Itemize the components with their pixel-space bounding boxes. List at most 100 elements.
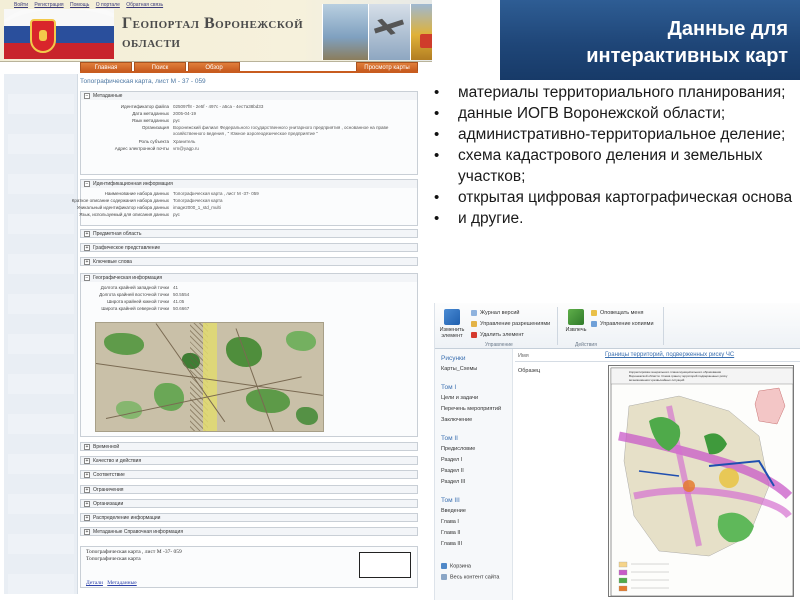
metadata-header[interactable]: − Метаданные [81,92,417,100]
slide-header: Данные для интерактивных карт [500,0,800,80]
bullet-list: материалы территориального планирования;… [432,82,794,229]
nav-item[interactable]: Глава I [441,519,459,525]
register-link[interactable]: Регистрация [34,2,63,8]
history-icon [471,310,477,316]
expand-icon[interactable]: + [84,529,90,535]
metadata-row: Адрес электронной почты vrn@yagp.ru [114,146,199,151]
copies-icon [591,321,597,327]
key-icon [471,321,477,327]
expand-icon[interactable]: + [84,515,90,521]
delete-item-button[interactable]: Удалить элемент [471,331,524,339]
expand-icon[interactable]: + [84,444,90,450]
geoportal-logo-title[interactable]: Геопортал Воронежской области [122,14,303,52]
nav-recycle-bin[interactable]: Корзина [441,563,471,569]
edit-item-button[interactable]: Изменить элемент [437,309,467,345]
section-subject-area[interactable]: + Предметная область [80,229,418,238]
geographic-section: − Географическая информация Долгота край… [80,273,418,437]
geoportal-top-links: Войти Регистрация Помощь О портале Обрат… [14,2,168,8]
bell-icon [591,310,597,316]
help-link[interactable]: Помощь [70,2,89,8]
section-temporal[interactable]: + Временной [80,442,418,451]
section-quality[interactable]: + Качество и действия [80,456,418,465]
section-conformity[interactable]: + Соответствие [80,470,418,479]
bullet-item: данные ИОГВ Воронежской области; [432,103,794,124]
nav-vol1[interactable]: Том I [441,384,456,391]
nav-item[interactable]: Перечень мероприятий [441,406,501,412]
expand-icon[interactable]: + [84,245,90,251]
collapse-icon[interactable]: − [84,181,90,187]
properties-column: Имя Образец [515,351,601,600]
geographic-header[interactable]: − Географическая информация [81,274,417,282]
nav-item[interactable]: Раздел III [441,479,465,485]
collapse-icon[interactable]: − [84,93,90,99]
geo-row: Долгота крайней западной точки 41 [100,285,179,290]
manage-permissions-button[interactable]: Управление разрешениями [471,320,550,328]
metadata-row: Роль субъекта Хранитель [138,139,196,144]
metadata-row: Организация Воронежский филиал Федерально… [141,125,389,136]
bullet-item: административно-территориальное деление; [432,124,794,145]
bullet-item: открытая цифровая картографическая основ… [432,187,794,208]
nav-all-content[interactable]: Весь контент сайта [441,574,499,580]
section-organizations[interactable]: + Организации [80,499,418,508]
nav-item[interactable]: Раздел I [441,457,462,463]
ribbon-group-manage: Управление [485,342,513,348]
ribbon: Изменить элемент Журнал версий Управлени… [435,303,800,349]
details-link[interactable]: Детали [86,580,103,586]
metadata-link[interactable]: Метаданные [107,580,136,586]
result-description: Топографическая карта [86,556,141,562]
section-metadata-reference[interactable]: + Метаданные Справочная информация [80,527,418,536]
expand-icon[interactable]: + [84,472,90,478]
expand-icon[interactable]: + [84,458,90,464]
result-thumbnail[interactable] [359,552,411,578]
check-out-button[interactable]: Извлечь [561,309,591,345]
nav-maps-schemes[interactable]: Карты_Схемы [441,366,477,372]
plan-heading: Корректировка генерального плана муницип… [629,370,728,382]
expand-icon[interactable]: + [84,487,90,493]
metadata-row: Идентификатор файла 025097f8 - 2e5f - 497… [120,104,264,109]
nav-item[interactable]: Введение [441,508,466,514]
nav-vol3[interactable]: Том III [441,497,460,504]
feedback-link[interactable]: Обратная связь [126,2,163,8]
topographic-map-image[interactable] [95,322,324,432]
column-name-header: Имя [518,353,529,359]
check-out-icon [568,309,584,325]
plan-drawing [610,367,793,596]
document-title-link[interactable]: Границы территорий, подверженных риску Ч… [605,352,734,358]
nav-underline [80,71,418,73]
expand-icon[interactable]: + [84,259,90,265]
nav-item[interactable]: Предисловие [441,446,475,452]
section-constraints[interactable]: + Ограничения [80,485,418,494]
ident-row: Язык, используемый для описания данных ру… [79,212,180,217]
section-graphic-representation[interactable]: + Графическое представление [80,243,418,252]
about-link[interactable]: О портале [96,2,120,8]
section-distribution[interactable]: + Распределение информации [80,513,418,522]
section-keywords[interactable]: + Ключевые слова [80,257,418,266]
ident-row: Уникальный идентификатор набора данных im… [76,205,221,210]
geo-row: Широта крайней южной точки 41.05 [107,299,185,304]
geoportal-banner: Войти Регистрация Помощь О портале Обрат… [0,0,432,62]
nav-pictures[interactable]: Рисунки [441,355,466,362]
nav-vol2[interactable]: Том II [441,435,458,442]
alert-me-button[interactable]: Оповещать меня [591,309,643,317]
expand-icon[interactable]: + [84,501,90,507]
version-history-button[interactable]: Журнал версий [471,309,519,317]
sharepoint-screenshot: Изменить элемент Журнал версий Управлени… [434,303,800,600]
coat-of-arms-icon [30,19,56,53]
login-link[interactable]: Войти [14,2,28,8]
nav-item[interactable]: Цели и задачи [441,395,478,401]
nav-item[interactable]: Глава II [441,530,460,536]
identification-header[interactable]: − Идентификационная информация [81,180,417,188]
expand-icon[interactable]: + [84,231,90,237]
nav-item[interactable]: Раздел II [441,468,464,474]
ident-row: Наименование набора данных Топографическа… [104,191,259,196]
manage-copies-button[interactable]: Управление копиями [591,320,654,328]
nav-item[interactable]: Заключение [441,417,472,423]
collapse-icon[interactable]: − [84,275,90,281]
bullet-item: материалы территориального планирования; [432,82,794,103]
hazard-zone-plan-image[interactable]: Корректировка генерального плана муницип… [608,365,794,597]
geoportal-screenshot: Войти Регистрация Помощь О портале Обрат… [0,0,432,600]
nav-item[interactable]: Глава III [441,541,462,547]
delete-icon [471,332,477,338]
bullet-item: схема кадастрового деления и земельных у… [432,145,794,187]
banner-photos [322,4,432,62]
